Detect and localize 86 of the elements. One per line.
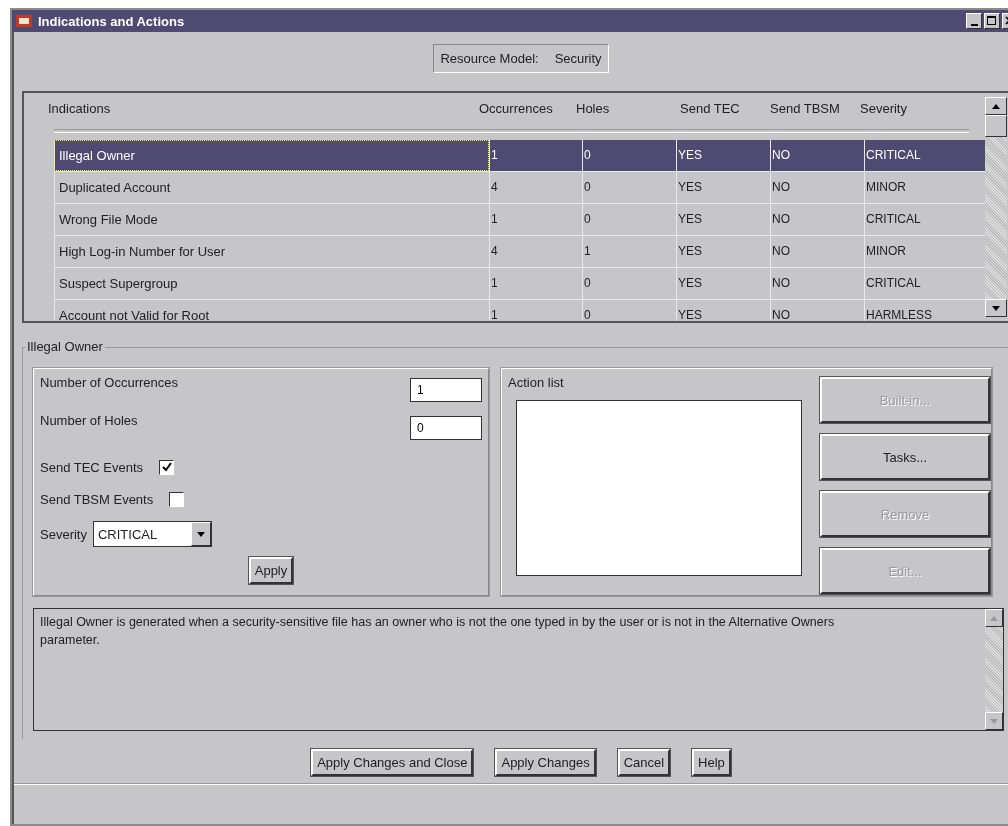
table-cell: 0: [582, 140, 676, 171]
table-cell: YES: [676, 300, 770, 321]
scrollbar[interactable]: [985, 97, 1007, 317]
table-row[interactable]: High Log-in Number for User 4 1 YES NO MINOR: [54, 236, 985, 268]
minimize-button[interactable]: [966, 13, 982, 29]
dialog-button[interactable]: Apply Changes and Close: [311, 749, 474, 776]
table-cell: MINOR: [864, 236, 959, 267]
table-cell: YES: [676, 268, 770, 299]
table-cell: YES: [676, 236, 770, 267]
maximize-icon: [987, 16, 997, 26]
table-cell: NO: [770, 268, 864, 299]
scroll-up-button[interactable]: [985, 97, 1007, 115]
caret-icon: [196, 531, 205, 537]
table-cell: Account not Valid for Root: [54, 300, 489, 321]
column-header[interactable]: Send TEC: [670, 101, 764, 123]
column-header[interactable]: Indications: [44, 101, 479, 123]
dialog-button[interactable]: Help: [692, 749, 731, 776]
minimize-icon: [970, 23, 978, 26]
table-cell: MINOR: [864, 172, 959, 203]
resource-model-label: Resource Model:: [440, 51, 539, 66]
table-cell: Illegal Owner: [54, 140, 489, 171]
table-cell: 1: [489, 140, 582, 171]
maximize-button[interactable]: [984, 13, 1000, 29]
field-label: Number of Occurrences: [40, 375, 178, 390]
table-cell: NO: [770, 204, 864, 235]
table-cell: 0: [582, 172, 676, 203]
table-cell: YES: [676, 140, 770, 171]
resource-model-value: Security: [554, 51, 602, 66]
column-header[interactable]: Severity: [858, 101, 953, 123]
up-arrow-icon: [992, 103, 1000, 109]
field-label: Number of Holes: [40, 413, 138, 428]
checkbox[interactable]: [159, 459, 175, 475]
table-cell: Suspect Supergroup: [54, 268, 489, 299]
table-row[interactable]: Suspect Supergroup 1 0 YES NO CRITICAL: [54, 268, 985, 300]
scroll-up-button[interactable]: [985, 609, 1003, 627]
up-arrow-icon: [990, 615, 998, 621]
table-cell: 0: [582, 300, 676, 321]
table-cell: NO: [770, 300, 864, 321]
table-cell: 1: [489, 300, 582, 321]
checkbox-label: Send TEC Events: [40, 459, 144, 475]
table-cell: YES: [676, 204, 770, 235]
action-list-label: Action list: [508, 375, 565, 390]
table-cell: YES: [676, 172, 770, 203]
column-header[interactable]: Occurrences: [479, 101, 576, 123]
checkbox-label: Send TBSM Events: [40, 491, 154, 507]
apply-button[interactable]: Apply: [248, 557, 294, 584]
app-icon: [16, 14, 32, 28]
dialog-button[interactable]: Apply Changes: [495, 749, 596, 776]
column-header[interactable]: Holes: [576, 101, 670, 123]
description-text: Illegal Owner is generated when a security-sensitive file has an owner who is not the one typed in by the user or is not in the Alternative Owners parameter.: [39, 614, 836, 649]
down-arrow-icon: [992, 305, 1000, 311]
table-cell: CRITICAL: [864, 268, 959, 299]
dialog-button[interactable]: Cancel: [617, 749, 671, 776]
table-cell: 1: [489, 204, 582, 235]
scroll-down-button[interactable]: [985, 299, 1007, 317]
table-cell: HARMLESS: [864, 300, 959, 321]
table-row[interactable]: Wrong File Mode 1 0 YES NO CRITICAL: [54, 204, 985, 236]
input-field[interactable]: 0: [410, 416, 482, 440]
table-cell: 0: [582, 268, 676, 299]
table-cell: 1: [489, 268, 582, 299]
action-button[interactable]: Tasks...: [820, 434, 990, 480]
table-cell: Duplicated Account: [54, 172, 489, 203]
down-arrow-icon: [990, 718, 998, 724]
scrollbar[interactable]: [985, 609, 1003, 730]
scroll-thumb[interactable]: [985, 115, 1007, 137]
table-cell: CRITICAL: [864, 204, 959, 235]
table-cell: NO: [770, 140, 864, 171]
table-cell: 0: [582, 204, 676, 235]
input-field[interactable]: 1: [410, 378, 482, 402]
table-row[interactable]: Illegal Owner 1 0 YES NO CRITICAL: [54, 140, 985, 172]
window-title: Indications and Actions: [38, 13, 185, 29]
table-cell: NO: [770, 236, 864, 267]
table-cell: 4: [489, 172, 582, 203]
group-title: Illegal Owner: [25, 339, 105, 354]
checkbox[interactable]: [169, 491, 185, 507]
severity-label: Severity: [40, 526, 87, 542]
scroll-down-button[interactable]: [985, 712, 1003, 730]
severity-dropdown[interactable]: CRITICAL: [92, 521, 212, 547]
table-row[interactable]: Duplicated Account 4 0 YES NO MINOR: [54, 172, 985, 204]
table-cell: 4: [489, 236, 582, 267]
table-cell: Wrong File Mode: [54, 204, 489, 235]
table-cell: 1: [582, 236, 676, 267]
column-header[interactable]: Send TBSM: [764, 101, 858, 123]
table-cell: High Log-in Number for User: [54, 236, 489, 267]
table-cell: NO: [770, 172, 864, 203]
table-cell: CRITICAL: [864, 140, 959, 171]
